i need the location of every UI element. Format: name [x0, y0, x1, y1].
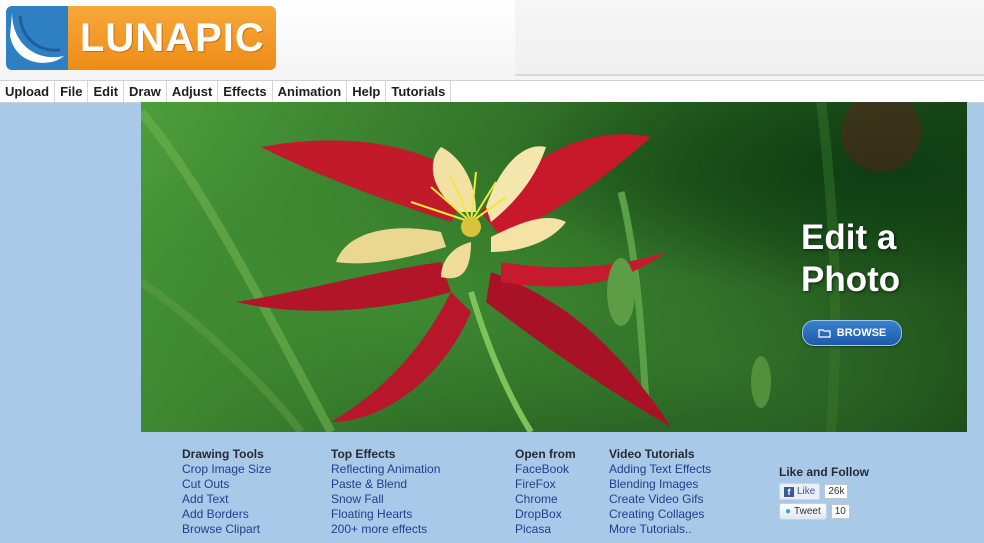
- link-blending-images[interactable]: Blending Images: [609, 477, 711, 492]
- facebook-like-button[interactable]: f Like: [779, 483, 821, 500]
- menu-animation[interactable]: Animation: [273, 81, 348, 102]
- tweet-row: ● Tweet 10: [779, 503, 869, 520]
- link-reflecting-animation[interactable]: Reflecting Animation: [331, 462, 440, 477]
- column-heading: Video Tutorials: [609, 447, 695, 461]
- moon-logo-icon: [6, 6, 68, 70]
- hero-banner: Edit a Photo BROWSE: [141, 102, 967, 432]
- browse-label: BROWSE: [836, 327, 887, 339]
- link-adding-text-effects[interactable]: Adding Text Effects: [609, 462, 711, 477]
- logo-wordmark: LUNAPIC: [68, 6, 276, 70]
- column-open-from: Open from FaceBook FireFox Chrome DropBo…: [515, 447, 576, 537]
- column-heading: Drawing Tools: [182, 447, 264, 461]
- link-browse-clipart[interactable]: Browse Clipart: [182, 522, 271, 537]
- column-heading: Open from: [515, 447, 576, 461]
- menu-effects[interactable]: Effects: [218, 81, 273, 102]
- menu-file[interactable]: File: [55, 81, 89, 102]
- link-firefox[interactable]: FireFox: [515, 477, 576, 492]
- menu-edit[interactable]: Edit: [88, 81, 125, 102]
- link-add-text[interactable]: Add Text: [182, 492, 271, 507]
- tweet-count: 10: [830, 504, 850, 519]
- menu-draw[interactable]: Draw: [124, 81, 167, 102]
- hero-title-line1: Edit a: [801, 218, 897, 257]
- browse-button[interactable]: BROWSE: [802, 320, 902, 346]
- menu-tutorials[interactable]: Tutorials: [386, 81, 452, 102]
- column-heading: Top Effects: [331, 447, 396, 461]
- link-more-tutorials[interactable]: More Tutorials..: [609, 522, 711, 537]
- social-heading: Like and Follow: [779, 465, 870, 479]
- link-picasa[interactable]: Picasa: [515, 522, 576, 537]
- lunapic-logo[interactable]: LUNAPIC: [6, 6, 276, 70]
- main-menu: Upload File Edit Draw Adjust Effects Ani…: [0, 80, 984, 103]
- hero-title: Edit a Photo: [801, 217, 900, 301]
- twitter-bird-icon: ●: [785, 506, 792, 517]
- link-add-borders[interactable]: Add Borders: [182, 507, 271, 522]
- column-drawing-tools: Drawing Tools Crop Image Size Cut Outs A…: [182, 447, 271, 537]
- menu-adjust[interactable]: Adjust: [167, 81, 219, 102]
- link-dropbox[interactable]: DropBox: [515, 507, 576, 522]
- tweet-button[interactable]: ● Tweet: [779, 503, 827, 520]
- tweet-label: Tweet: [794, 506, 821, 517]
- menu-help[interactable]: Help: [347, 81, 387, 102]
- header: LUNAPIC: [0, 0, 984, 80]
- link-floating-hearts[interactable]: Floating Hearts: [331, 507, 440, 522]
- link-more-effects[interactable]: 200+ more effects: [331, 522, 440, 537]
- column-top-effects: Top Effects Reflecting Animation Paste &…: [331, 447, 440, 537]
- link-facebook[interactable]: FaceBook: [515, 462, 576, 477]
- link-crop-image-size[interactable]: Crop Image Size: [182, 462, 271, 477]
- social-box: Like and Follow f Like 26k ● Tweet 10: [779, 465, 869, 520]
- like-count: 26k: [824, 484, 849, 499]
- menu-upload[interactable]: Upload: [0, 81, 56, 102]
- link-creating-collages[interactable]: Creating Collages: [609, 507, 711, 522]
- header-banner-area: [515, 0, 984, 76]
- column-video-tutorials: Video Tutorials Adding Text Effects Blen…: [609, 447, 711, 537]
- hero-title-line2: Photo: [801, 260, 901, 299]
- link-paste-blend[interactable]: Paste & Blend: [331, 477, 440, 492]
- like-label: Like: [797, 486, 816, 497]
- link-cut-outs[interactable]: Cut Outs: [182, 477, 271, 492]
- link-create-video-gifs[interactable]: Create Video Gifs: [609, 492, 711, 507]
- link-chrome[interactable]: Chrome: [515, 492, 576, 507]
- link-snow-fall[interactable]: Snow Fall: [331, 492, 440, 507]
- facebook-like-row: f Like 26k: [779, 483, 869, 500]
- folder-icon: [818, 329, 831, 338]
- facebook-icon: f: [784, 486, 794, 497]
